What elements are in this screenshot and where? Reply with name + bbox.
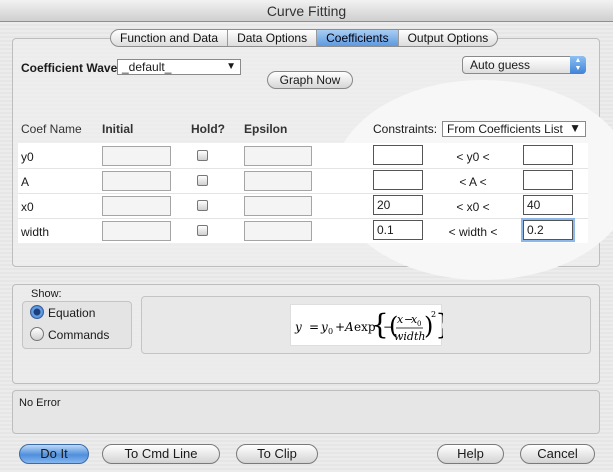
initial-guess-field[interactable] — [102, 171, 171, 191]
header-hold: Hold? — [191, 122, 225, 136]
eq-y0-sub: 0 — [328, 327, 333, 336]
eq-A: A — [344, 320, 354, 334]
epsilon-field[interactable] — [244, 146, 312, 166]
hold-checkbox[interactable] — [197, 225, 208, 236]
tab-coefficients[interactable]: Coefficients — [317, 30, 399, 46]
constraint-high-field[interactable]: 40 — [523, 195, 573, 215]
eq-x0-sub: 0 — [417, 320, 421, 328]
auto-guess-value: Auto guess — [470, 58, 531, 72]
tab-data-options[interactable]: Data Options — [228, 30, 318, 46]
show-label: Show: — [31, 288, 62, 300]
coef-wave-select[interactable]: _default_ ▼ — [117, 59, 241, 75]
graph-now-button[interactable]: Graph Now — [267, 71, 353, 89]
eq-x: x — [397, 313, 404, 326]
constraint-high-field[interactable] — [523, 170, 573, 190]
help-button[interactable]: Help — [437, 444, 504, 464]
hold-checkbox[interactable] — [197, 150, 208, 161]
row-divider — [18, 193, 588, 194]
constraint-low-field[interactable]: 20 — [373, 195, 423, 215]
header-coef-name: Coef Name — [21, 122, 82, 136]
equation-image: y = y 0 + A exp { − ( x − x 0 width ) 2 … — [290, 304, 443, 346]
eq-lhs: y — [294, 320, 302, 334]
constraints-mode-value: From Coefficients List — [447, 122, 563, 136]
status-box — [12, 390, 600, 434]
curve-fitting-window: Curve Fitting Function and Data Data Opt… — [0, 0, 613, 472]
triangle-down-icon: ▼ — [569, 121, 581, 135]
constraint-label: < width < — [448, 225, 498, 239]
constraint-low-field[interactable]: 0.1 — [373, 220, 423, 240]
eq-equals: = — [309, 320, 319, 334]
eq-y: y — [320, 320, 328, 334]
coef-name: A — [21, 175, 30, 189]
tab-bar: Function and Data Data Options Coefficie… — [110, 29, 499, 47]
coef-name: x0 — [21, 200, 34, 214]
initial-guess-field[interactable] — [102, 146, 171, 166]
constraint-high-field[interactable]: 0.2 — [521, 218, 575, 242]
initial-guess-field[interactable] — [102, 196, 171, 216]
constraint-low-field[interactable] — [373, 145, 423, 165]
window-title: Curve Fitting — [0, 0, 613, 22]
eq-width: width — [394, 330, 425, 343]
tab-output-options[interactable]: Output Options — [399, 30, 498, 46]
tab-function-and-data[interactable]: Function and Data — [111, 30, 229, 46]
status-message: No Error — [19, 397, 61, 409]
equation-radio-label: Equation — [48, 306, 96, 320]
epsilon-field[interactable] — [244, 221, 312, 241]
constraints-mode-select[interactable]: From Coefficients List ▼ — [442, 121, 586, 137]
epsilon-field[interactable] — [244, 171, 312, 191]
coef-wave-value: _default_ — [122, 60, 172, 74]
stepper-arrows-icon: ▲ ▼ — [570, 56, 586, 74]
triangle-down-icon: ▼ — [226, 61, 236, 72]
to-clip-button[interactable]: To Clip — [236, 444, 318, 464]
row-divider — [18, 168, 588, 169]
constraint-label: < y0 < — [456, 150, 490, 164]
to-cmd-line-button[interactable]: To Cmd Line — [102, 444, 220, 464]
header-epsilon: Epsilon — [244, 122, 288, 136]
constraint-label: < x0 < — [456, 200, 490, 214]
coef-name: width — [21, 225, 50, 239]
initial-guess-field[interactable] — [102, 221, 171, 241]
constraint-label: < A < — [459, 175, 487, 189]
header-initial: Initial — [102, 122, 134, 136]
coef-name: y0 — [21, 150, 34, 164]
constraints-label: Constraints: — [373, 122, 438, 136]
constraint-high-field[interactable] — [523, 145, 573, 165]
epsilon-field[interactable] — [244, 196, 312, 216]
row-divider — [18, 218, 588, 219]
cancel-button[interactable]: Cancel — [520, 444, 595, 464]
hold-checkbox[interactable] — [197, 175, 208, 186]
auto-guess-select[interactable]: Auto guess ▲ ▼ — [462, 56, 586, 74]
constraint-low-field[interactable] — [373, 170, 423, 190]
coef-wave-label: Coefficient Wave: — [21, 61, 122, 75]
eq-plus: + — [335, 320, 345, 334]
equation-radio[interactable] — [30, 305, 44, 319]
commands-radio-label: Commands — [48, 328, 110, 342]
hold-checkbox[interactable] — [197, 200, 208, 211]
commands-radio[interactable] — [30, 327, 44, 341]
do-it-button[interactable]: Do It — [19, 444, 89, 464]
eq-right-brace: } — [435, 308, 443, 341]
